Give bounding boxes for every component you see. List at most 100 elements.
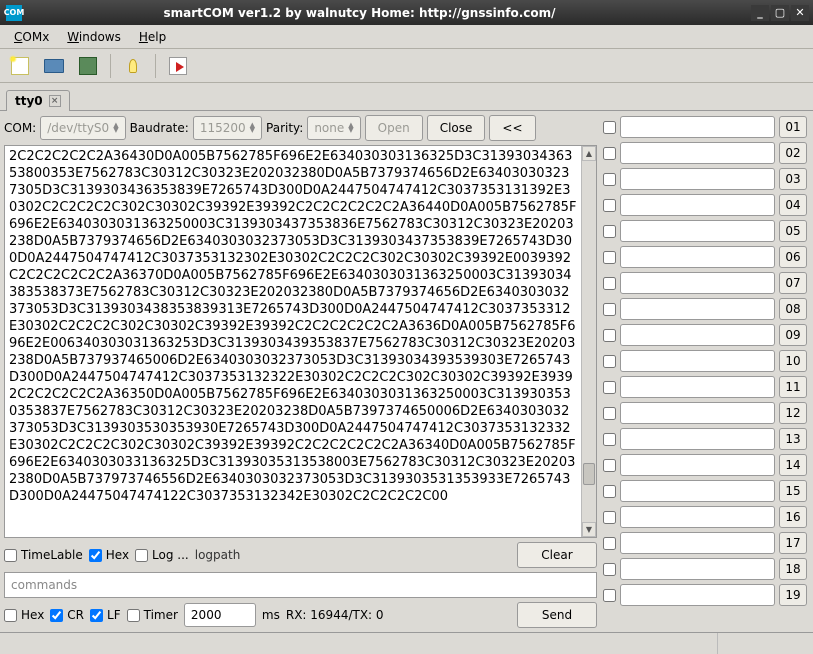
slot-send-button[interactable]: 14 (779, 454, 807, 476)
tab-label: tty0 (15, 94, 43, 108)
slot-input[interactable] (620, 298, 775, 320)
slot-checkbox[interactable] (603, 277, 616, 290)
bulb-icon[interactable] (121, 54, 145, 78)
slot-checkbox[interactable] (603, 303, 616, 316)
tab-close-icon[interactable]: × (49, 95, 61, 107)
open-button[interactable]: Open (365, 115, 423, 141)
menu-windows[interactable]: Windows (59, 28, 129, 46)
slot-checkbox[interactable] (603, 485, 616, 498)
status-bar (0, 632, 813, 654)
slot-input[interactable] (620, 350, 775, 372)
slot-send-button[interactable]: 12 (779, 402, 807, 424)
slot-input[interactable] (620, 194, 775, 216)
slot-input[interactable] (620, 116, 775, 138)
toolbar-separator (110, 54, 111, 78)
slot-send-button[interactable]: 01 (779, 116, 807, 138)
collapse-button[interactable]: << (489, 115, 535, 141)
send-hex-checkbox[interactable]: Hex (4, 608, 44, 622)
slot-checkbox[interactable] (603, 199, 616, 212)
slot-input[interactable] (620, 532, 775, 554)
slot-send-button[interactable]: 09 (779, 324, 807, 346)
slot-send-button[interactable]: 02 (779, 142, 807, 164)
slot-input[interactable] (620, 376, 775, 398)
clear-button[interactable]: Clear (517, 542, 597, 568)
slot-input[interactable] (620, 142, 775, 164)
close-window-button[interactable]: ✕ (791, 5, 809, 21)
slot-send-button[interactable]: 18 (779, 558, 807, 580)
hex-view-checkbox[interactable]: Hex (89, 548, 129, 562)
slot-checkbox[interactable] (603, 511, 616, 524)
slot-input[interactable] (620, 454, 775, 476)
timer-checkbox[interactable]: Timer (127, 608, 178, 622)
slot-checkbox[interactable] (603, 537, 616, 550)
scroll-up-icon[interactable]: ▲ (582, 146, 596, 161)
scroll-down-icon[interactable]: ▼ (582, 522, 596, 537)
open-icon[interactable] (42, 54, 66, 78)
baudrate-combo[interactable]: 115200▲▼ (193, 116, 262, 140)
quick-send-row: 16 (603, 505, 807, 529)
slot-input[interactable] (620, 272, 775, 294)
slot-checkbox[interactable] (603, 589, 616, 602)
slot-input[interactable] (620, 506, 775, 528)
slot-send-button[interactable]: 05 (779, 220, 807, 242)
quick-send-row: 07 (603, 271, 807, 295)
slot-input[interactable] (620, 428, 775, 450)
slot-send-button[interactable]: 10 (779, 350, 807, 372)
slot-checkbox[interactable] (603, 173, 616, 186)
vertical-scrollbar[interactable]: ▲ ▼ (581, 146, 596, 537)
exit-icon[interactable] (166, 54, 190, 78)
slot-send-button[interactable]: 07 (779, 272, 807, 294)
slot-input[interactable] (620, 558, 775, 580)
slot-send-button[interactable]: 08 (779, 298, 807, 320)
slot-checkbox[interactable] (603, 459, 616, 472)
tab-tty0[interactable]: tty0 × (6, 90, 70, 111)
log-checkbox[interactable]: Log ... (135, 548, 189, 562)
quick-send-row: 03 (603, 167, 807, 191)
parity-combo[interactable]: none▲▼ (307, 116, 360, 140)
timelabel-checkbox[interactable]: TimeLable (4, 548, 83, 562)
slot-input[interactable] (620, 220, 775, 242)
slot-checkbox[interactable] (603, 225, 616, 238)
slot-checkbox[interactable] (603, 563, 616, 576)
slot-send-button[interactable]: 15 (779, 480, 807, 502)
slot-send-button[interactable]: 06 (779, 246, 807, 268)
menu-comx[interactable]: COMx (6, 28, 57, 46)
maximize-button[interactable]: ▢ (771, 5, 789, 21)
slot-input[interactable] (620, 402, 775, 424)
slot-checkbox[interactable] (603, 251, 616, 264)
slot-input[interactable] (620, 584, 775, 606)
slot-checkbox[interactable] (603, 121, 616, 134)
new-icon[interactable] (8, 54, 32, 78)
resize-grip[interactable] (717, 633, 813, 654)
hex-dump-text[interactable]: 2C2C2C2C2C2A36430D0A005B7562785F696E2E63… (5, 146, 581, 537)
send-lf-checkbox[interactable]: LF (90, 608, 121, 622)
slot-input[interactable] (620, 480, 775, 502)
send-button[interactable]: Send (517, 602, 597, 628)
slot-checkbox[interactable] (603, 407, 616, 420)
com-port-combo[interactable]: /dev/ttyS0▲▼ (40, 116, 125, 140)
slot-send-button[interactable]: 16 (779, 506, 807, 528)
menu-help[interactable]: Help (131, 28, 174, 46)
slot-checkbox[interactable] (603, 329, 616, 342)
slot-input[interactable] (620, 246, 775, 268)
slot-send-button[interactable]: 13 (779, 428, 807, 450)
slot-send-button[interactable]: 19 (779, 584, 807, 606)
slot-checkbox[interactable] (603, 433, 616, 446)
minimize-button[interactable]: _ (751, 5, 769, 21)
save-icon[interactable] (76, 54, 100, 78)
close-button[interactable]: Close (427, 115, 486, 141)
slot-checkbox[interactable] (603, 355, 616, 368)
slot-send-button[interactable]: 03 (779, 168, 807, 190)
scrollbar-thumb[interactable] (583, 463, 595, 485)
slot-send-button[interactable]: 04 (779, 194, 807, 216)
slot-input[interactable] (620, 168, 775, 190)
quick-send-row: 10 (603, 349, 807, 373)
send-cr-checkbox[interactable]: CR (50, 608, 84, 622)
timer-input[interactable] (184, 603, 256, 627)
command-input[interactable]: commands (4, 572, 597, 598)
slot-send-button[interactable]: 17 (779, 532, 807, 554)
slot-checkbox[interactable] (603, 147, 616, 160)
slot-input[interactable] (620, 324, 775, 346)
slot-checkbox[interactable] (603, 381, 616, 394)
slot-send-button[interactable]: 11 (779, 376, 807, 398)
